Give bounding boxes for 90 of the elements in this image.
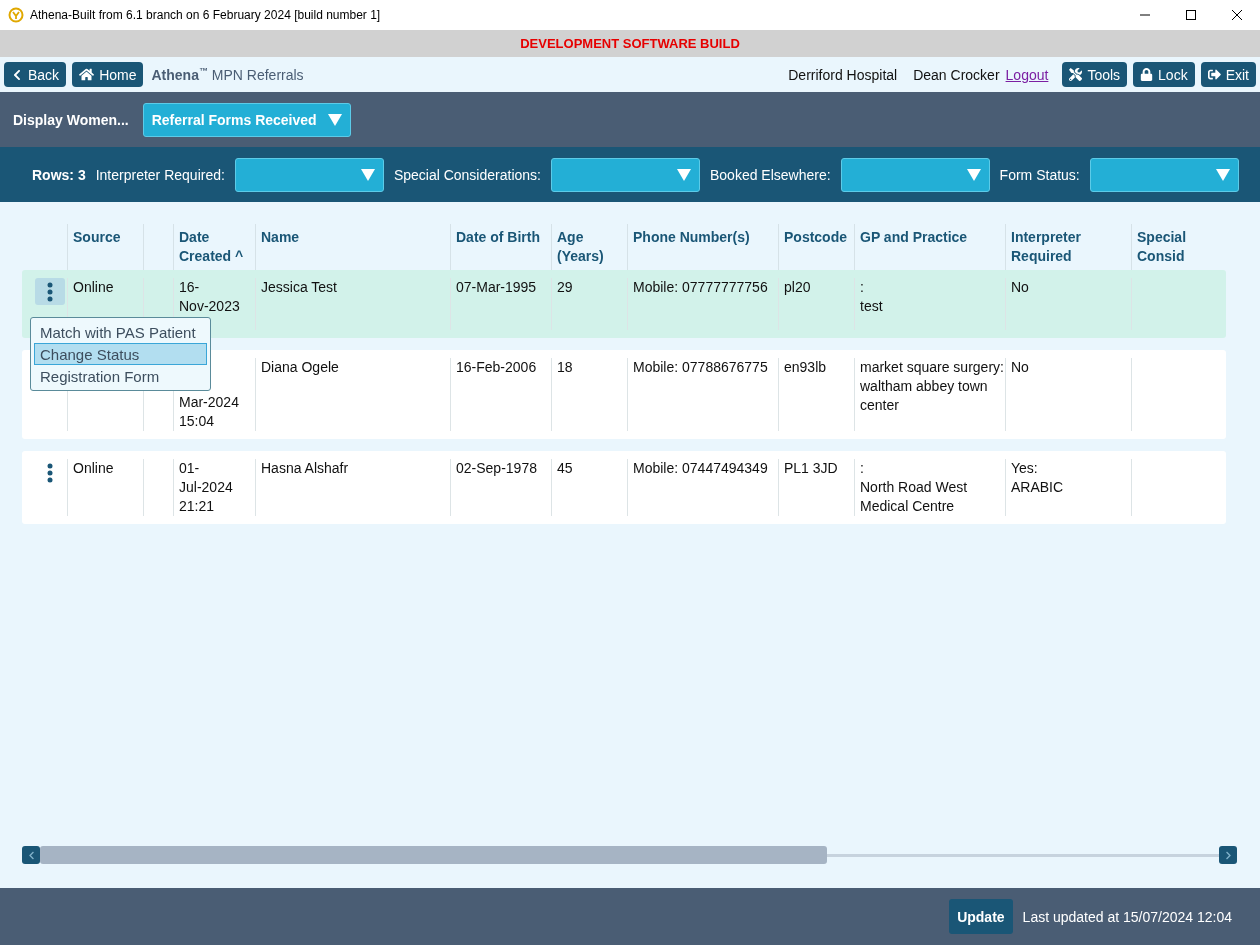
column-header[interactable]: Postcode xyxy=(784,228,849,247)
menu-item[interactable]: Registration Form xyxy=(34,365,207,387)
column-header[interactable]: Age (Years) xyxy=(557,228,622,266)
scrollbar-thumb[interactable] xyxy=(40,846,827,864)
more-options-button[interactable] xyxy=(35,278,65,305)
app-logo-icon xyxy=(8,7,24,23)
filter-dropdown[interactable] xyxy=(840,157,990,192)
home-button[interactable]: Home xyxy=(72,62,144,87)
column-header[interactable]: Name xyxy=(261,228,445,247)
column-header[interactable]: Phone Number(s) xyxy=(633,228,773,247)
vertical-dots-icon xyxy=(47,462,53,483)
window-title: Athena-Built from 6.1 branch on 6 February 2024 [build number 1] xyxy=(30,8,381,22)
column-header[interactable]: Interpreter Required xyxy=(1011,228,1126,266)
filter-label: Form Status: xyxy=(999,166,1080,183)
gp-cell-text: test xyxy=(860,297,884,316)
dropdown-arrow-icon xyxy=(1215,168,1230,181)
exit-button[interactable]: Exit xyxy=(1200,62,1256,87)
postcode-cell-text: pl20 xyxy=(784,278,812,297)
name-cell-text: Hasna Alshafr xyxy=(261,459,350,478)
dob-cell-text: 07-Mar-1995 xyxy=(456,278,538,297)
display-label: Display Women... xyxy=(13,111,129,128)
column-header[interactable]: Date Created ^ xyxy=(179,228,250,266)
dropdown-arrow-icon xyxy=(966,168,981,181)
logout-link[interactable]: Logout xyxy=(1005,66,1049,83)
gp-cell-text: Medical Centre xyxy=(860,497,956,516)
filter-dropdown[interactable] xyxy=(234,157,384,192)
name-cell-text: Diana Ogele xyxy=(261,358,340,377)
date-cell-text: Mar-2024 xyxy=(179,393,240,412)
gp-cell-text: center xyxy=(860,396,900,415)
phone-cell-text: Mobile: 07447494349 xyxy=(633,459,769,478)
home-icon xyxy=(79,67,95,82)
gp-cell-text: : xyxy=(860,459,865,478)
date-cell-text: 16- xyxy=(179,278,201,297)
date-cell-text: Nov-2023 xyxy=(179,297,241,316)
user-name: Dean Crocker xyxy=(913,66,1000,83)
interpreter-cell-text: No xyxy=(1011,278,1030,297)
age-cell-text: 45 xyxy=(557,459,574,478)
row-count: Rows: 3 xyxy=(32,166,86,183)
phone-cell-text: Mobile: 07788676775 xyxy=(633,358,769,377)
date-cell-text: 01- xyxy=(179,459,201,478)
source-cell-text: Online xyxy=(73,459,115,478)
date-cell-text: 21:21 xyxy=(179,497,216,516)
chevron-left-icon xyxy=(26,850,36,860)
chevron-right-icon xyxy=(1223,850,1233,860)
banner-text: DEVELOPMENT SOFTWARE BUILD xyxy=(520,36,740,51)
column-header[interactable]: Source xyxy=(73,228,138,247)
dropdown-arrow-icon xyxy=(327,113,342,126)
postcode-cell-text: PL1 3JD xyxy=(784,459,839,478)
update-button[interactable]: Update xyxy=(949,899,1013,934)
exit-icon xyxy=(1207,68,1221,81)
dob-cell-text: 02-Sep-1978 xyxy=(456,459,538,478)
postcode-cell-text: en93lb xyxy=(784,358,828,377)
dob-cell-text: 16-Feb-2006 xyxy=(456,358,538,377)
gp-cell-text: waltham abbey town xyxy=(860,377,989,396)
source-cell-text: Online xyxy=(73,278,115,297)
gp-cell-text: North Road West xyxy=(860,478,969,497)
tools-icon xyxy=(1069,68,1083,81)
chevron-left-icon xyxy=(11,68,23,81)
back-button[interactable]: Back xyxy=(4,62,67,87)
dropdown-arrow-icon xyxy=(360,168,375,181)
name-cell-text: Jessica Test xyxy=(261,278,338,297)
dropdown-arrow-icon xyxy=(676,168,691,181)
age-cell-text: 29 xyxy=(557,278,574,297)
filter-label: Special Considerations: xyxy=(393,166,541,183)
date-cell-text: 15:04 xyxy=(179,412,216,431)
scroll-right-button[interactable] xyxy=(1219,846,1237,864)
menu-item[interactable]: Change Status xyxy=(34,343,207,365)
age-cell-text: 18 xyxy=(557,358,574,377)
lock-button[interactable]: Lock xyxy=(1133,62,1195,87)
lock-icon xyxy=(1140,68,1154,81)
column-header[interactable]: Special Consid xyxy=(1137,228,1232,266)
filter-dropdown[interactable] xyxy=(1089,157,1239,192)
interpreter-cell-text: Yes: xyxy=(1011,459,1039,478)
filter-label: Booked Elsewhere: xyxy=(709,166,831,183)
filter-dropdown[interactable] xyxy=(550,157,700,192)
vertical-dots-icon xyxy=(47,281,53,302)
hospital-name: Derriford Hospital xyxy=(788,66,898,83)
gp-cell-text: : xyxy=(860,278,865,297)
interpreter-cell-text: ARABIC xyxy=(1011,478,1065,497)
tools-button[interactable]: Tools xyxy=(1062,62,1128,87)
filter-label: Interpreter Required: xyxy=(95,166,225,183)
scroll-left-button[interactable] xyxy=(22,846,40,864)
column-header[interactable]: Date of Birth xyxy=(456,228,546,247)
column-header[interactable]: GP and Practice xyxy=(860,228,1000,247)
table-row[interactable]: Online 01- Jul-2024 21:21 Hasna Alshafr 02-Sep-1978 45 Mobile: 07447494349 PL1 3JD : North Road West Medical Centre Yes: ARABIC xyxy=(22,451,1226,524)
date-cell-text: Jul-2024 xyxy=(179,478,234,497)
app-title: Athena$^{™}$ MPN Referrals xyxy=(151,66,304,83)
phone-cell-text: Mobile: 07777777756 xyxy=(633,278,769,297)
last-updated-text: Last updated at 15/07/2024 12:04 xyxy=(1022,908,1232,925)
interpreter-cell-text: No xyxy=(1011,358,1030,377)
